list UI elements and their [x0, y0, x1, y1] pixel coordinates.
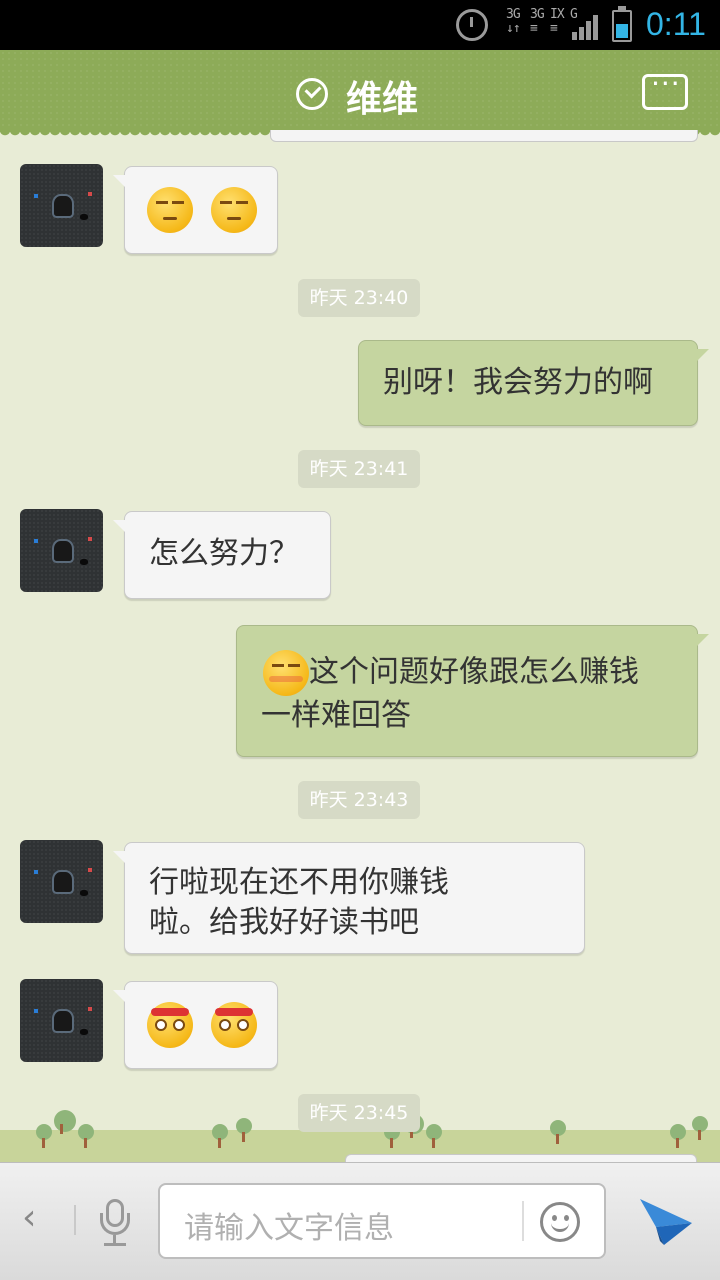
tree-decoration — [78, 1124, 94, 1148]
tree-decoration — [212, 1124, 228, 1148]
headband-face-icon — [147, 1002, 193, 1048]
tree-decoration — [692, 1116, 708, 1140]
outgoing-message-bubble[interactable]: 这个问题好像跟怎么赚钱 一样难回答 — [236, 625, 709, 757]
divider — [522, 1201, 524, 1241]
message-timestamp: 昨天 23:40 — [298, 279, 420, 317]
tree-decoration — [36, 1124, 52, 1148]
outgoing-message-bubble[interactable]: 别呀！我会努力的啊 — [358, 340, 709, 426]
smiley-icon[interactable] — [540, 1202, 580, 1242]
signal-icon — [572, 14, 600, 40]
chat-title: 维维 — [346, 79, 419, 120]
tree-decoration — [670, 1124, 686, 1148]
incoming-message-bubble[interactable] — [113, 981, 278, 1069]
input-placeholder: 请输入文字信息 — [184, 1211, 394, 1246]
status-time: 0:11 — [646, 6, 706, 42]
alarm-icon — [456, 9, 488, 41]
message-text: 别呀！我会努力的啊 — [383, 365, 653, 400]
message-input-bar: ‹ 请输入文字信息 — [0, 1162, 720, 1280]
tree-decoration — [236, 1118, 252, 1142]
message-input[interactable]: 请输入文字信息 — [158, 1183, 606, 1259]
check-circle-icon — [296, 78, 328, 110]
contact-avatar[interactable] — [20, 509, 103, 592]
message-timestamp: 昨天 23:43 — [298, 781, 420, 819]
headband-face-icon — [210, 1002, 257, 1048]
tree-decoration — [54, 1110, 76, 1134]
contact-avatar[interactable] — [20, 164, 103, 247]
battery-level — [616, 23, 628, 38]
divider — [74, 1205, 76, 1235]
message-text-line2: 啦。给我好好读书吧 — [149, 905, 419, 940]
message-text: 怎么努力？ — [149, 536, 299, 571]
network-type-ix: IX ≡ — [550, 7, 565, 36]
incoming-message-bubble[interactable]: 行啦现在还不用你赚钱 啦。给我好好读书吧 — [113, 842, 585, 954]
contact-avatar[interactable] — [20, 979, 103, 1062]
contact-avatar[interactable] — [20, 840, 103, 923]
message-text-line2: 一样难回答 — [261, 698, 411, 733]
shy-face-icon — [263, 650, 309, 696]
battery-icon — [612, 6, 632, 42]
incoming-message-bubble[interactable]: 怎么努力？ — [113, 511, 331, 599]
tree-decoration — [550, 1120, 566, 1144]
message-text-line1: 这个问题好像跟怎么赚钱 — [309, 654, 639, 690]
older-messages-edge — [270, 130, 698, 142]
message-timestamp: 昨天 23:45 — [298, 1094, 420, 1132]
status-bar: 3G ↓↑ 3G ≡ IX ≡ G 0:11 — [0, 0, 720, 50]
chat-header: 维维 — [0, 50, 720, 140]
incoming-message-bubble[interactable] — [113, 166, 278, 254]
microphone-icon[interactable] — [100, 1199, 130, 1246]
tree-decoration — [426, 1124, 442, 1148]
message-text-line1: 行啦现在还不用你赚钱 — [149, 865, 449, 900]
network-type-3g-2: 3G ≡ — [530, 7, 545, 36]
message-timestamp: 昨天 23:41 — [298, 450, 420, 488]
network-type-3g: 3G ↓↑ — [506, 7, 521, 36]
smug-face-icon — [147, 187, 193, 233]
chat-menu-icon[interactable] — [642, 67, 688, 110]
smug-face-icon — [210, 187, 257, 233]
send-icon[interactable] — [638, 1193, 694, 1249]
chevron-left-icon[interactable]: ‹ — [22, 1197, 36, 1238]
